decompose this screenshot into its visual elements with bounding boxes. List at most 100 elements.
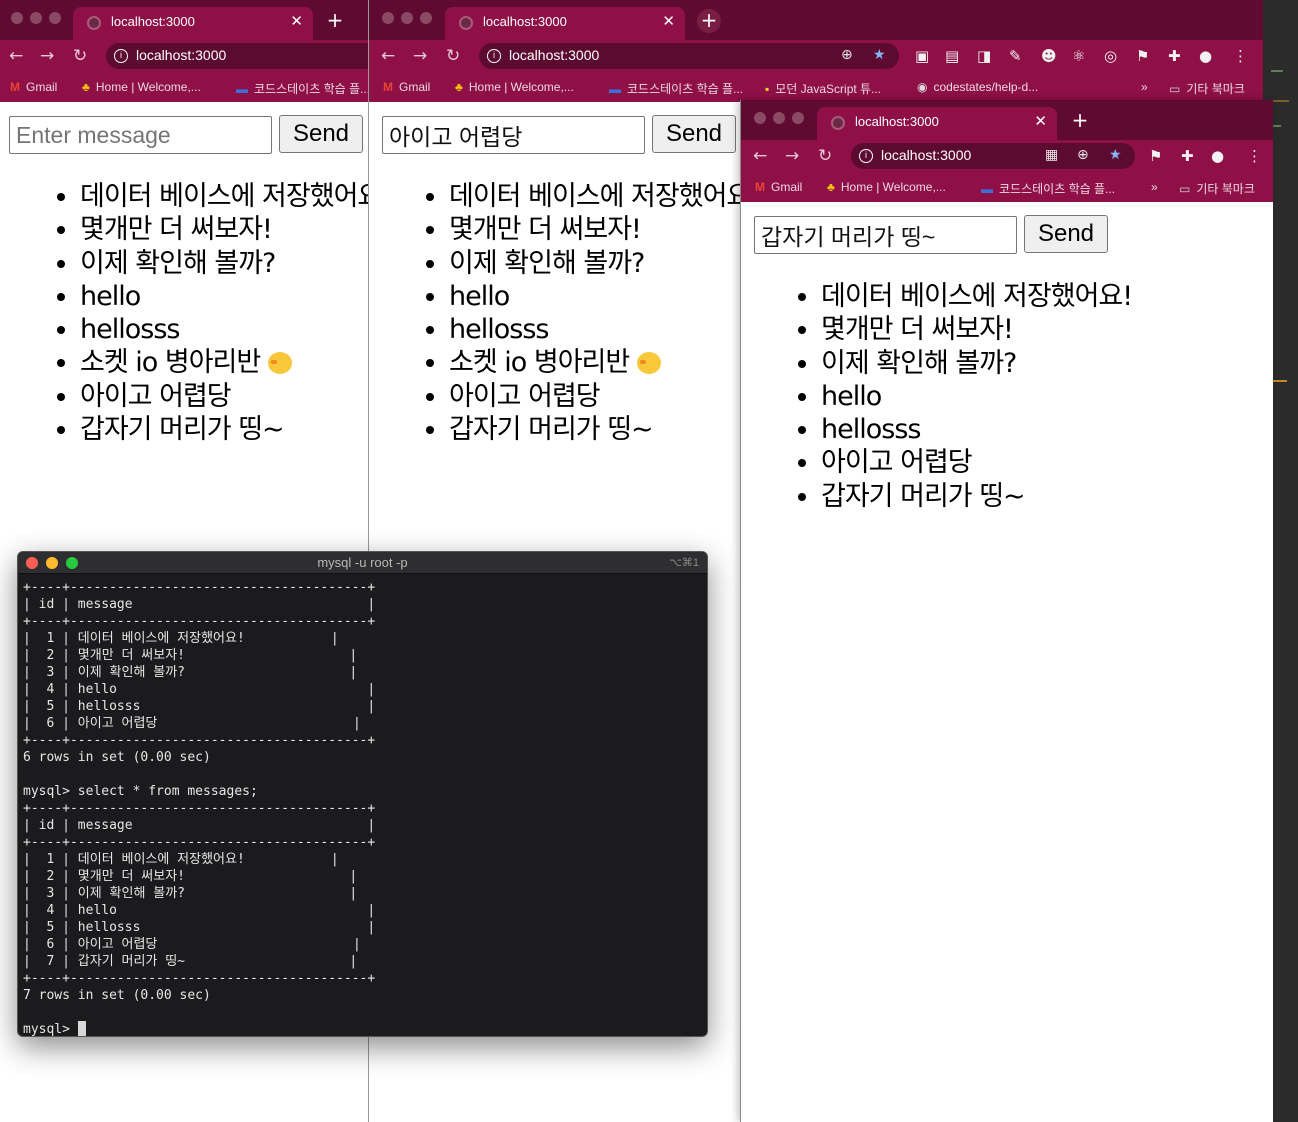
close-window-button[interactable]: [382, 12, 394, 24]
forward-arrow-icon[interactable]: →: [785, 146, 799, 166]
tab-localhost[interactable]: localhost:3000 ✕: [445, 7, 685, 40]
minimize-window-button[interactable]: [773, 112, 785, 124]
tab-localhost[interactable]: localhost:3000 ✕: [73, 7, 313, 40]
bookmark-gmail[interactable]: M Gmail: [755, 180, 802, 194]
info-icon[interactable]: i: [859, 149, 873, 163]
message-item: 몇개만 더 써보자!: [821, 313, 1132, 346]
message-input[interactable]: [9, 116, 272, 154]
terminal-line: | 1 | 데이터 베이스에 저장했어요! |: [23, 852, 339, 867]
send-button[interactable]: Send: [279, 115, 363, 153]
bookmark-other[interactable]: ▭ 기타 북마크: [1179, 180, 1255, 197]
address-bar[interactable]: i localhost:3000 ▦ ⊕ ★: [851, 143, 1135, 169]
bookmark-star-icon[interactable]: ★: [1109, 147, 1122, 163]
terminal-prompt-line[interactable]: mysql>: [23, 1021, 375, 1036]
message-item: 몇개만 더 써보자!: [80, 213, 368, 246]
message-input[interactable]: [382, 116, 645, 154]
minimize-window-button[interactable]: [30, 12, 42, 24]
kebab-menu-icon[interactable]: ⋮: [1247, 147, 1262, 165]
bookmarks-overflow-button[interactable]: »: [1141, 80, 1148, 94]
globe-icon: [87, 16, 101, 30]
address-bar[interactable]: i localhost:3000: [106, 43, 368, 69]
back-arrow-icon[interactable]: ←: [9, 46, 23, 66]
terminal-output[interactable]: +----+----------------------------------…: [23, 579, 376, 1036]
flag-extension-icon[interactable]: ⚑: [1136, 47, 1149, 65]
bookmark-star-icon[interactable]: ★: [873, 47, 886, 63]
reload-icon[interactable]: ↻: [73, 46, 87, 66]
flag-extension-icon[interactable]: ⚑: [1149, 147, 1162, 165]
close-tab-icon[interactable]: ✕: [662, 12, 675, 30]
reload-icon[interactable]: ↻: [446, 46, 460, 66]
bookmark-home[interactable]: ♣ Home | Welcome,...: [827, 180, 946, 194]
puzzle-extensions-icon[interactable]: ✚: [1168, 47, 1181, 65]
message-input[interactable]: [754, 216, 1017, 254]
message-item: hello: [80, 280, 368, 313]
close-tab-icon[interactable]: ✕: [290, 12, 303, 30]
message-list: 데이터 베이스에 저장했어요! 몇개만 더 써보자! 이제 확인해 볼까? he…: [419, 180, 761, 446]
codestates-icon: ▬: [236, 82, 248, 96]
message-item: 이제 확인해 볼까?: [449, 247, 760, 280]
bookmarks-bar: M Gmail ♣ Home | Welcome,... ▬ 코드스테이츠 학습 플.…: [369, 72, 1263, 102]
page-extension-icon[interactable]: ▤: [945, 47, 959, 65]
close-window-button[interactable]: [11, 12, 23, 24]
target-extension-icon[interactable]: ◎: [1104, 47, 1117, 65]
minimize-window-button[interactable]: [401, 12, 413, 24]
close-tab-icon[interactable]: ✕: [1034, 112, 1047, 130]
close-window-button[interactable]: [754, 112, 766, 124]
message-item: 아이고 어렵당: [821, 446, 1132, 479]
kebab-menu-icon[interactable]: ⋮: [1233, 47, 1248, 65]
pen-extension-icon[interactable]: ✎: [1009, 47, 1022, 65]
bookmark-help-desk[interactable]: ◉ codestates/help-d...: [917, 80, 1038, 94]
new-tab-button[interactable]: +: [1068, 109, 1092, 133]
terminal-line: | 3 | 이제 확인해 볼까? |: [23, 886, 358, 901]
bookmark-codestates[interactable]: ▬ 코드스테이츠 학습 플...: [609, 80, 743, 97]
calendar-extension-icon[interactable]: ▣: [915, 47, 929, 65]
send-button[interactable]: Send: [652, 115, 736, 153]
terminal-line: | id | message |: [23, 818, 376, 833]
back-arrow-icon[interactable]: ←: [381, 46, 395, 66]
terminal-window[interactable]: mysql -u root -p ⌥⌘1 +----+-------------…: [17, 551, 708, 1037]
zoom-icon[interactable]: ⊕: [841, 47, 853, 63]
zoom-icon[interactable]: ⊕: [1077, 147, 1089, 163]
bookmark-gmail[interactable]: M Gmail: [383, 80, 430, 94]
back-arrow-icon[interactable]: ←: [753, 146, 767, 166]
new-tab-button[interactable]: +: [323, 9, 347, 33]
puzzle-extensions-icon[interactable]: ✚: [1181, 147, 1194, 165]
info-icon[interactable]: i: [114, 49, 128, 63]
tab-localhost[interactable]: localhost:3000 ✕: [817, 107, 1057, 140]
reload-icon[interactable]: ↻: [818, 146, 832, 166]
bookmark-codestates[interactable]: ▬ 코드스테이츠 학습 플...: [981, 180, 1115, 197]
zoom-window-button[interactable]: [792, 112, 804, 124]
terminal-titlebar[interactable]: mysql -u root -p ⌥⌘1: [18, 552, 707, 574]
info-icon[interactable]: i: [487, 49, 501, 63]
message-item: 데이터 베이스에 저장했어요!: [449, 180, 761, 213]
message-item: hello: [821, 380, 1132, 413]
leaf-icon: ♣: [455, 80, 463, 94]
gradient-extension-icon[interactable]: ◨: [977, 47, 991, 65]
forward-arrow-icon[interactable]: →: [413, 46, 427, 66]
bookmarks-overflow-button[interactable]: »: [1151, 180, 1158, 194]
new-tab-button[interactable]: +: [697, 9, 721, 33]
globe-icon: [831, 116, 845, 130]
bookmark-gmail[interactable]: M Gmail: [10, 80, 57, 94]
address-bar[interactable]: i localhost:3000 ⊕ ★: [479, 43, 899, 69]
bookmark-js-tutorial[interactable]: ▪ 모던 JavaScript 튜...: [765, 80, 881, 97]
zoom-window-button[interactable]: [49, 12, 61, 24]
browser-chrome: localhost:3000 ✕ + ← → ↻ i localhost:300…: [741, 100, 1273, 202]
zoom-window-button[interactable]: [420, 12, 432, 24]
editor-decoration: [1271, 100, 1289, 102]
forward-arrow-icon[interactable]: →: [40, 46, 54, 66]
profile-avatar-icon[interactable]: ●: [1211, 147, 1224, 165]
terminal-line: +----+----------------------------------…: [23, 733, 376, 748]
tab-strip: localhost:3000 ✕ +: [369, 0, 1263, 40]
send-button[interactable]: Send: [1024, 215, 1108, 253]
bookmark-home[interactable]: ♣ Home | Welcome,...: [82, 80, 201, 94]
bookmark-other[interactable]: ▭ 기타 북마크: [1169, 80, 1245, 97]
bookmark-home[interactable]: ♣ Home | Welcome,...: [455, 80, 574, 94]
codestates-icon: ▬: [981, 182, 993, 196]
terminal-line: 6 rows in set (0.00 sec): [23, 750, 211, 765]
bookmark-codestates[interactable]: ▬ 코드스테이츠 학습 플...: [236, 80, 368, 97]
react-extension-icon[interactable]: ⚛: [1072, 47, 1085, 65]
qr-code-icon[interactable]: ▦: [1045, 147, 1058, 163]
face-extension-icon[interactable]: ☻: [1041, 47, 1057, 65]
profile-avatar-icon[interactable]: ●: [1199, 47, 1212, 65]
